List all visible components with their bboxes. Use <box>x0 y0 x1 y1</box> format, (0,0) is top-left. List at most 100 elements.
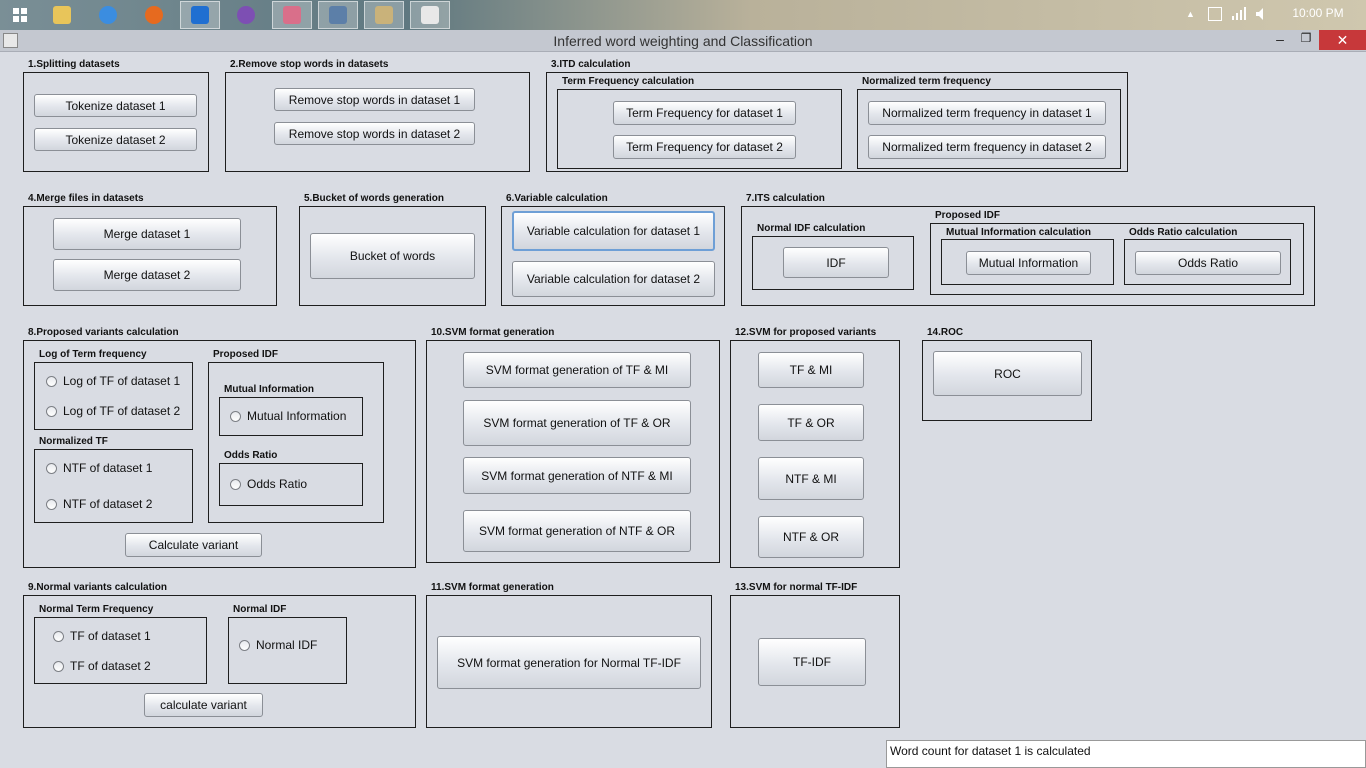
merge-dataset-2-button[interactable]: Merge dataset 2 <box>53 259 241 291</box>
proposed-variants-panel: Log of Term frequency Log of TF of datas… <box>23 340 416 568</box>
sub-panel-label: Normal IDF <box>233 604 287 615</box>
mutual-information-radio[interactable]: Mutual Information <box>230 409 346 423</box>
svm-format-panel: SVM format generation of TF & MI SVM for… <box>426 340 720 563</box>
panel-label: 3.ITD calculation <box>551 59 631 70</box>
bucket-of-words-button[interactable]: Bucket of words <box>310 233 475 279</box>
svm-ntf-or-button[interactable]: SVM format generation of NTF & OR <box>463 510 691 552</box>
calculate-variant-button[interactable]: Calculate variant <box>125 533 262 557</box>
stop-words-panel: Remove stop words in dataset 1 Remove st… <box>225 72 530 172</box>
remove-stop-words-1-button[interactable]: Remove stop words in dataset 1 <box>274 88 475 111</box>
mutual-information-button[interactable]: Mutual Information <box>966 251 1091 275</box>
volume-icon[interactable] <box>1255 7 1269 21</box>
file-explorer-icon[interactable] <box>42 1 82 29</box>
sub-panel-label: Odds Ratio <box>224 450 278 461</box>
close-icon[interactable]: ✕ <box>1319 30 1366 50</box>
sub-panel-label: Mutual Information <box>224 384 314 395</box>
variable-calc-2-button[interactable]: Variable calculation for dataset 2 <box>512 261 715 297</box>
panel-label: 7.ITS calculation <box>746 193 825 204</box>
app-icon[interactable] <box>272 1 312 29</box>
ntf-1-radio[interactable]: NTF of dataset 1 <box>46 461 152 475</box>
tf-or-button[interactable]: TF & OR <box>758 404 864 441</box>
tf-dataset-1-radio[interactable]: TF of dataset 1 <box>53 629 151 643</box>
term-frequency-2-button[interactable]: Term Frequency for dataset 2 <box>613 135 796 159</box>
svm-ntf-mi-button[interactable]: SVM format generation of NTF & MI <box>463 457 691 494</box>
idf-button[interactable]: IDF <box>783 247 889 278</box>
tf-mi-button[interactable]: TF & MI <box>758 352 864 388</box>
log-tf-1-radio[interactable]: Log of TF of dataset 1 <box>46 374 180 388</box>
term-frequency-1-button[interactable]: Term Frequency for dataset 1 <box>613 101 796 125</box>
java-app-icon[interactable] <box>410 1 450 29</box>
mi-radio-panel: Mutual Information <box>219 397 363 436</box>
panel-label: 2.Remove stop words in datasets <box>230 59 389 70</box>
svm-proposed-panel: TF & MI TF & OR NTF & MI NTF & OR <box>730 340 900 568</box>
merge-dataset-1-button[interactable]: Merge dataset 1 <box>53 218 241 250</box>
or-radio-panel: Odds Ratio <box>219 463 363 506</box>
itd-panel: Term Frequency calculation Term Frequenc… <box>546 72 1128 172</box>
panel-label: 13.SVM for normal TF-IDF <box>735 582 858 593</box>
log-tf-2-radio[interactable]: Log of TF of dataset 2 <box>46 404 180 418</box>
sub-panel-label: Normalized TF <box>39 436 108 447</box>
battery-icon[interactable] <box>1208 7 1222 21</box>
normalized-tf-2-button[interactable]: Normalized term frequency in dataset 2 <box>868 135 1106 159</box>
tf-idf-button[interactable]: TF-IDF <box>758 638 866 686</box>
box-icon[interactable] <box>318 1 358 29</box>
ntf-mi-button[interactable]: NTF & MI <box>758 457 864 500</box>
sub-panel-label: Proposed IDF <box>935 210 1001 221</box>
sub-panel-label: Term Frequency calculation <box>562 76 695 87</box>
ntf-2-radio[interactable]: NTF of dataset 2 <box>46 497 152 511</box>
svm-tf-mi-button[interactable]: SVM format generation of TF & MI <box>463 352 691 388</box>
proposed-idf-panel: Mutual Information calculation Mutual In… <box>930 223 1304 295</box>
variable-calc-1-button[interactable]: Variable calculation for dataset 1 <box>512 211 715 251</box>
normalized-tf-1-button[interactable]: Normalized term frequency in dataset 1 <box>868 101 1106 125</box>
normal-variants-panel: Normal Term Frequency TF of dataset 1 TF… <box>23 595 416 728</box>
panel-label: 4.Merge files in datasets <box>28 193 144 204</box>
proposed-idf-radio-panel: Mutual Information Mutual Information Od… <box>208 362 384 523</box>
signal-icon[interactable] <box>1232 7 1246 21</box>
teamviewer-icon[interactable] <box>180 1 220 29</box>
svm-normal-format-panel: SVM format generation for Normal TF-IDF <box>426 595 712 728</box>
paint-icon[interactable] <box>364 1 404 29</box>
viber-icon[interactable] <box>226 1 266 29</box>
bucket-panel: Bucket of words <box>299 206 486 306</box>
window-title: Inferred word weighting and Classificati… <box>553 33 813 49</box>
tokenize-dataset-1-button[interactable]: Tokenize dataset 1 <box>34 94 197 117</box>
status-text-area[interactable]: Word count for dataset 1 is calculated <box>886 740 1366 768</box>
log-tf-panel: Log of TF of dataset 1 Log of TF of data… <box>34 362 193 430</box>
panel-label: 1.Splitting datasets <box>28 59 120 70</box>
panel-label: 11.SVM format generation <box>431 582 554 593</box>
calculate-normal-variant-button[interactable]: calculate variant <box>144 693 263 717</box>
splitting-panel: Tokenize dataset 1 Tokenize dataset 2 <box>23 72 209 172</box>
or-calc-panel: Odds Ratio <box>1124 239 1291 285</box>
panel-label: 9.Normal variants calculation <box>28 582 167 593</box>
odds-ratio-radio[interactable]: Odds Ratio <box>230 477 307 491</box>
minimize-icon[interactable]: – <box>1268 31 1292 49</box>
remove-stop-words-2-button[interactable]: Remove stop words in dataset 2 <box>274 122 475 145</box>
roc-button[interactable]: ROC <box>933 351 1082 396</box>
taskbar: ▲ 10:00 PM <box>0 0 1366 30</box>
merge-panel: Merge dataset 1 Merge dataset 2 <box>23 206 277 306</box>
maximize-icon[interactable]: ❐ <box>1294 31 1318 49</box>
svm-normal-tfidf-button[interactable]: SVM format generation for Normal TF-IDF <box>437 636 701 689</box>
tf-dataset-2-radio[interactable]: TF of dataset 2 <box>53 659 151 673</box>
term-frequency-panel: Term Frequency for dataset 1 Term Freque… <box>557 89 842 169</box>
ntf-panel: NTF of dataset 1 NTF of dataset 2 <box>34 449 193 523</box>
firefox-icon[interactable] <box>134 1 174 29</box>
its-panel: Normal IDF calculation IDF Proposed IDF … <box>741 206 1315 306</box>
clock[interactable]: 10:00 PM <box>1280 6 1356 24</box>
tokenize-dataset-2-button[interactable]: Tokenize dataset 2 <box>34 128 197 151</box>
sub-panel-label: Normal IDF calculation <box>757 223 866 234</box>
sub-panel-label: Mutual Information calculation <box>946 227 1092 238</box>
ntf-or-button[interactable]: NTF & OR <box>758 516 864 558</box>
normal-idf-radio-panel: Normal IDF <box>228 617 347 684</box>
normalized-tf-panel: Normalized term frequency in dataset 1 N… <box>857 89 1121 169</box>
odds-ratio-button[interactable]: Odds Ratio <box>1135 251 1281 275</box>
normal-idf-radio[interactable]: Normal IDF <box>239 638 317 652</box>
windows-start-icon[interactable] <box>0 1 40 29</box>
internet-explorer-icon[interactable] <box>88 1 128 29</box>
panel-label: 12.SVM for proposed variants <box>735 327 877 338</box>
svm-tf-or-button[interactable]: SVM format generation of TF & OR <box>463 400 691 446</box>
chevron-up-icon[interactable]: ▲ <box>1186 9 1196 19</box>
svm-normal-panel: TF-IDF <box>730 595 900 728</box>
normal-idf-panel: IDF <box>752 236 914 290</box>
roc-panel: ROC <box>922 340 1092 421</box>
